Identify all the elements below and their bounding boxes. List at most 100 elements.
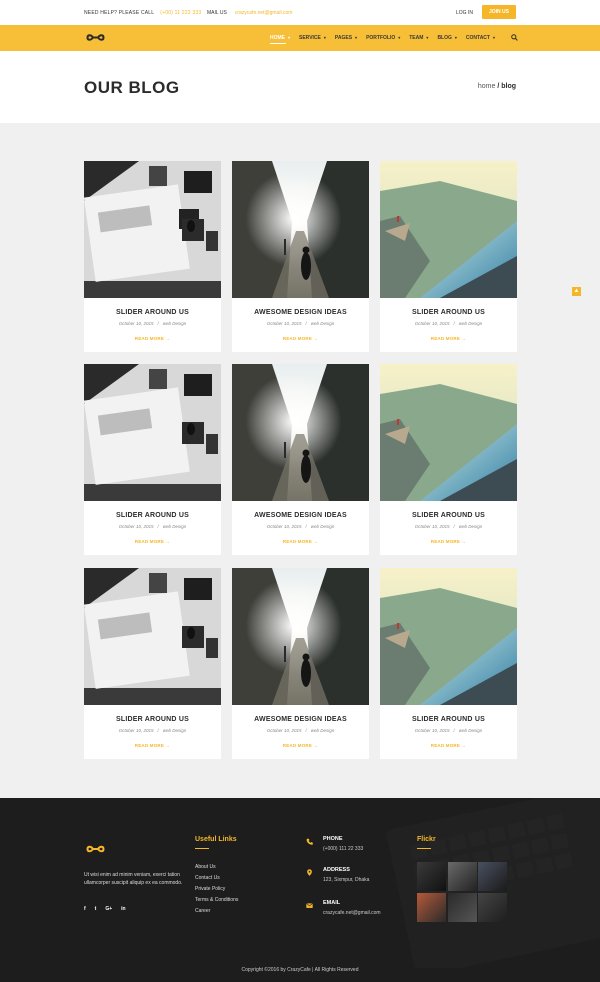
- scroll-to-top-button[interactable]: ▲: [572, 287, 581, 296]
- blog-card[interactable]: AWESOME DESIGN IDEAS October 10, 2015/we…: [232, 364, 369, 555]
- envelope-icon: [306, 903, 313, 908]
- footer-description: Ut wisi enim ad minim veniam, exerci tat…: [84, 872, 183, 886]
- mail-address[interactable]: crazycafe.net@gmail.com: [235, 10, 293, 16]
- flickr-thumbnail[interactable]: [417, 862, 446, 891]
- read-more-link[interactable]: READ MORE →: [84, 743, 221, 748]
- nav-item-portfolio[interactable]: PORTFOLIO ▾: [366, 35, 400, 41]
- post-title[interactable]: SLIDER AROUND US: [84, 716, 221, 723]
- chevron-down-icon: ▾: [288, 35, 291, 40]
- footer-link-about[interactable]: About Us: [195, 864, 238, 875]
- linkedin-icon[interactable]: in: [121, 906, 125, 912]
- facebook-icon[interactable]: f: [84, 906, 86, 912]
- top-bar: NEED HELP? PLEASE CALL (+00) 11 222 333 M…: [0, 0, 600, 25]
- search-icon[interactable]: [511, 34, 518, 41]
- breadcrumb-home[interactable]: home: [478, 83, 496, 90]
- nav-item-service[interactable]: SERVICE ▾: [299, 35, 326, 41]
- blog-card[interactable]: SLIDER AROUND US October 10, 2015/web De…: [380, 161, 517, 352]
- help-phone[interactable]: (+00) 11 222 333: [160, 10, 201, 16]
- fjord-photo[interactable]: [380, 364, 517, 501]
- street-photo[interactable]: [232, 364, 369, 501]
- breadcrumb-current: / blog: [497, 83, 516, 90]
- read-more-link[interactable]: READ MORE →: [232, 743, 369, 748]
- twitter-icon[interactable]: t: [95, 906, 97, 912]
- street-photo[interactable]: [232, 161, 369, 298]
- blog-card[interactable]: SLIDER AROUND US October 10, 2015/web De…: [84, 364, 221, 555]
- copyright-text: Copyright ©2016 by CrazyCafe | All Right…: [241, 967, 359, 973]
- post-title[interactable]: AWESOME DESIGN IDEAS: [232, 716, 369, 723]
- flickr-thumbnail[interactable]: [447, 862, 477, 891]
- flickr-title: Flickr: [417, 836, 436, 849]
- fjord-photo[interactable]: [380, 161, 517, 298]
- post-meta: October 10, 2015/web Design: [118, 524, 187, 529]
- read-more-link[interactable]: READ MORE →: [380, 336, 517, 341]
- desk-photo[interactable]: [84, 568, 221, 705]
- blog-card[interactable]: AWESOME DESIGN IDEAS October 10, 2015/we…: [232, 161, 369, 352]
- blog-card[interactable]: AWESOME DESIGN IDEAS October 10, 2015/we…: [232, 568, 369, 759]
- useful-links-list: About Us Contact Us Private Policy Terms…: [195, 864, 238, 919]
- page-header: OUR BLOG home / blog: [0, 51, 600, 123]
- blog-card[interactable]: SLIDER AROUND US October 10, 2015/web De…: [84, 161, 221, 352]
- desk-photo[interactable]: [84, 161, 221, 298]
- breadcrumb: home / blog: [478, 83, 516, 90]
- fjord-photo[interactable]: [380, 568, 517, 705]
- flickr-thumbnail[interactable]: [447, 892, 477, 922]
- nav-item-blog[interactable]: BLOG ▾: [437, 35, 456, 41]
- post-title[interactable]: SLIDER AROUND US: [84, 309, 221, 316]
- infinity-logo[interactable]: [84, 843, 107, 855]
- mail-line: MAIL US crazycafe.net@gmail.com: [207, 10, 292, 16]
- mail-label: MAIL US: [207, 10, 227, 16]
- nav-item-team[interactable]: TEAM ▾: [409, 35, 428, 41]
- chevron-down-icon: ▾: [355, 35, 358, 40]
- infinity-logo[interactable]: [84, 32, 107, 43]
- nav-menu: HOME ▾ SERVICE ▾ PAGES ▾ PORTFOLIO ▾ TEAM ▾ B…: [270, 35, 504, 44]
- post-title[interactable]: SLIDER AROUND US: [84, 512, 221, 519]
- footer-link-contact[interactable]: Contact Us: [195, 875, 238, 886]
- help-label: NEED HELP? PLEASE CALL: [84, 10, 155, 16]
- footer: Ut wisi enim ad minim veniam, exerci tat…: [0, 798, 600, 982]
- post-title[interactable]: SLIDER AROUND US: [380, 309, 517, 316]
- read-more-link[interactable]: READ MORE →: [84, 336, 221, 341]
- post-title[interactable]: AWESOME DESIGN IDEAS: [232, 512, 369, 519]
- post-meta: October 10, 2015/web Design: [414, 524, 483, 529]
- post-meta: October 10, 2015/web Design: [414, 728, 483, 733]
- flickr-thumbnail[interactable]: [478, 862, 507, 891]
- nav-item-home[interactable]: HOME ▾: [270, 35, 291, 44]
- footer-link-terms[interactable]: Terms & Conditions: [195, 897, 238, 908]
- flickr-gallery: [417, 862, 507, 922]
- post-title[interactable]: SLIDER AROUND US: [380, 716, 517, 723]
- read-more-link[interactable]: READ MORE →: [232, 336, 369, 341]
- help-line: NEED HELP? PLEASE CALL (+00) 11 222 333: [84, 10, 201, 16]
- post-meta: October 10, 2015/web Design: [118, 728, 187, 733]
- post-title[interactable]: SLIDER AROUND US: [380, 512, 517, 519]
- desk-photo[interactable]: [84, 364, 221, 501]
- nav-item-pages[interactable]: PAGES ▾: [335, 35, 357, 41]
- social-links: f t G+ in: [84, 906, 126, 912]
- blog-card[interactable]: SLIDER AROUND US October 10, 2015/web De…: [84, 568, 221, 759]
- post-meta: October 10, 2015/web Design: [266, 524, 335, 529]
- read-more-link[interactable]: READ MORE →: [232, 539, 369, 544]
- post-title[interactable]: AWESOME DESIGN IDEAS: [232, 309, 369, 316]
- post-meta: October 10, 2015/web Design: [414, 321, 483, 326]
- blog-card[interactable]: SLIDER AROUND US October 10, 2015/web De…: [380, 568, 517, 759]
- blog-card[interactable]: SLIDER AROUND US October 10, 2015/web De…: [380, 364, 517, 555]
- phone-icon: [306, 838, 313, 845]
- read-more-link[interactable]: READ MORE →: [380, 743, 517, 748]
- footer-link-career[interactable]: Career: [195, 908, 238, 919]
- read-more-link[interactable]: READ MORE →: [84, 539, 221, 544]
- join-us-button[interactable]: JOIN US: [482, 5, 516, 19]
- street-photo[interactable]: [232, 568, 369, 705]
- read-more-link[interactable]: READ MORE →: [380, 539, 517, 544]
- chevron-down-icon: ▾: [426, 35, 429, 40]
- location-pin-icon: [307, 869, 312, 876]
- nav-item-contact[interactable]: CONTACT ▾: [466, 35, 495, 41]
- footer-link-privacy[interactable]: Private Policy: [195, 886, 238, 897]
- main-navbar: HOME ▾ SERVICE ▾ PAGES ▾ PORTFOLIO ▾ TEAM ▾ B…: [0, 25, 600, 51]
- chevron-down-icon: ▾: [323, 35, 326, 40]
- login-link[interactable]: LOG IN: [456, 10, 473, 16]
- flickr-thumbnail[interactable]: [417, 892, 446, 922]
- page-title: OUR BLOG: [84, 78, 180, 97]
- post-meta: October 10, 2015/web Design: [266, 321, 335, 326]
- flickr-thumbnail[interactable]: [478, 892, 507, 922]
- post-meta: October 10, 2015/web Design: [118, 321, 187, 326]
- google-plus-icon[interactable]: G+: [105, 906, 112, 912]
